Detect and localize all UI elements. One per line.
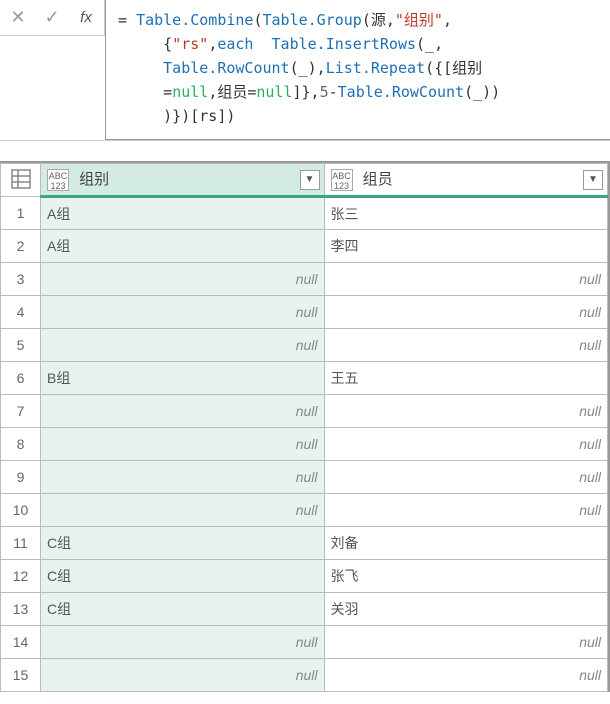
cell-group[interactable]: null	[41, 659, 325, 692]
cell-group[interactable]: null	[41, 395, 325, 428]
row-number[interactable]: 14	[1, 626, 41, 659]
table-row[interactable]: 7nullnull	[1, 395, 608, 428]
cell-group[interactable]: null	[41, 296, 325, 329]
cell-group[interactable]: null	[41, 494, 325, 527]
row-number[interactable]: 6	[1, 362, 41, 395]
cell-member[interactable]: null	[324, 626, 608, 659]
row-number[interactable]: 1	[1, 197, 41, 230]
cell-member[interactable]: 张飞	[324, 560, 608, 593]
table-row[interactable]: 2A组李四	[1, 230, 608, 263]
cell-member[interactable]: 李四	[324, 230, 608, 263]
table-row[interactable]: 8nullnull	[1, 428, 608, 461]
cell-member[interactable]: null	[324, 263, 608, 296]
data-table: ABC 123 组别 ▼ ABC 123 组员 ▼ 1A组张三2A组李四3nul…	[0, 161, 610, 692]
table-row[interactable]: 3nullnull	[1, 263, 608, 296]
column-header-group[interactable]: ABC 123 组别 ▼	[41, 164, 325, 197]
row-number[interactable]: 3	[1, 263, 41, 296]
column-label: 组员	[363, 171, 393, 188]
row-number[interactable]: 15	[1, 659, 41, 692]
cell-group[interactable]: A组	[41, 230, 325, 263]
cell-group[interactable]: C组	[41, 527, 325, 560]
table-row[interactable]: 14nullnull	[1, 626, 608, 659]
cell-group[interactable]: C组	[41, 560, 325, 593]
row-number[interactable]: 7	[1, 395, 41, 428]
table-icon	[9, 167, 33, 191]
table-row[interactable]: 4nullnull	[1, 296, 608, 329]
formula-bar: ✕ ✓ fx = Table.Combine(Table.Group(源,"组别…	[0, 0, 610, 141]
cell-member[interactable]: null	[324, 659, 608, 692]
table-corner[interactable]	[1, 164, 41, 197]
row-number[interactable]: 9	[1, 461, 41, 494]
cell-member[interactable]: null	[324, 329, 608, 362]
cancel-icon[interactable]: ✕	[8, 7, 28, 28]
cell-group[interactable]: A组	[41, 197, 325, 230]
formula-button-group: ✕ ✓ fx	[0, 0, 105, 36]
table-row[interactable]: 15nullnull	[1, 659, 608, 692]
cell-member[interactable]: 张三	[324, 197, 608, 230]
table-row[interactable]: 10nullnull	[1, 494, 608, 527]
table-row[interactable]: 6B组王五	[1, 362, 608, 395]
cell-member[interactable]: null	[324, 494, 608, 527]
cell-group[interactable]: B组	[41, 362, 325, 395]
row-number[interactable]: 10	[1, 494, 41, 527]
cell-group[interactable]: null	[41, 263, 325, 296]
cell-member[interactable]: 刘备	[324, 527, 608, 560]
cell-member[interactable]: null	[324, 395, 608, 428]
row-number[interactable]: 12	[1, 560, 41, 593]
filter-dropdown-icon[interactable]: ▼	[583, 170, 603, 190]
column-header-member[interactable]: ABC 123 组员 ▼	[324, 164, 608, 197]
row-number[interactable]: 8	[1, 428, 41, 461]
cell-member[interactable]: null	[324, 461, 608, 494]
column-label: 组别	[79, 171, 109, 188]
cell-member[interactable]: null	[324, 428, 608, 461]
cell-group[interactable]: null	[41, 428, 325, 461]
table-row[interactable]: 9nullnull	[1, 461, 608, 494]
row-number[interactable]: 13	[1, 593, 41, 626]
cell-group[interactable]: null	[41, 461, 325, 494]
type-icon[interactable]: ABC 123	[47, 169, 69, 191]
cell-member[interactable]: 关羽	[324, 593, 608, 626]
row-number[interactable]: 4	[1, 296, 41, 329]
table-row[interactable]: 5nullnull	[1, 329, 608, 362]
cell-group[interactable]: C组	[41, 593, 325, 626]
row-number[interactable]: 5	[1, 329, 41, 362]
fx-icon[interactable]: fx	[76, 9, 96, 26]
cell-member[interactable]: 王五	[324, 362, 608, 395]
type-icon[interactable]: ABC 123	[331, 169, 353, 191]
accept-icon[interactable]: ✓	[42, 7, 62, 28]
table-row[interactable]: 11C组刘备	[1, 527, 608, 560]
formula-input[interactable]: = Table.Combine(Table.Group(源,"组别", {"rs…	[105, 0, 610, 140]
cell-group[interactable]: null	[41, 329, 325, 362]
row-number[interactable]: 2	[1, 230, 41, 263]
table-row[interactable]: 12C组张飞	[1, 560, 608, 593]
row-number[interactable]: 11	[1, 527, 41, 560]
table-row[interactable]: 13C组关羽	[1, 593, 608, 626]
table-row[interactable]: 1A组张三	[1, 197, 608, 230]
filter-dropdown-icon[interactable]: ▼	[300, 170, 320, 190]
cell-group[interactable]: null	[41, 626, 325, 659]
cell-member[interactable]: null	[324, 296, 608, 329]
